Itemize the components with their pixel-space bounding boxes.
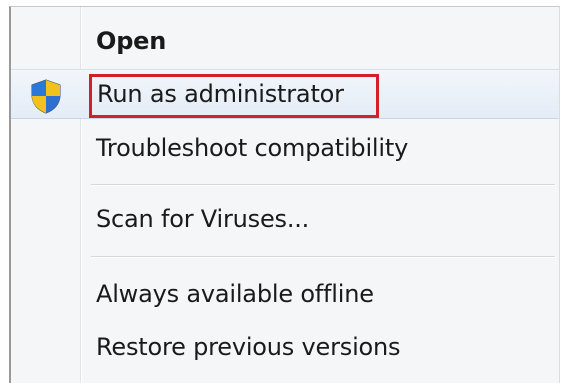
menu-item-label: Troubleshoot compatibility — [96, 134, 409, 162]
menu-item-always-available-offline[interactable]: Always available offline — [11, 269, 559, 319]
menu-item-restore-previous-versions[interactable]: Restore previous versions — [11, 322, 559, 372]
menu-item-scan-for-viruses[interactable]: Scan for Viruses... — [11, 194, 559, 244]
menu-item-label: Open — [96, 27, 167, 55]
menu-item-label: Scan for Viruses... — [96, 205, 310, 233]
menu-item-label: Run as administrator — [97, 80, 344, 108]
context-menu: Open Run as administrator Troubleshoot c… — [9, 6, 560, 383]
menu-separator — [91, 256, 555, 258]
menu-separator — [91, 184, 555, 186]
uac-shield-icon — [31, 79, 61, 114]
menu-item-open[interactable]: Open — [11, 16, 559, 66]
menu-item-troubleshoot-compatibility[interactable]: Troubleshoot compatibility — [11, 123, 559, 173]
menu-item-label: Always available offline — [96, 280, 374, 308]
menu-item-run-as-administrator[interactable]: Run as administrator — [11, 69, 559, 119]
menu-item-label: Restore previous versions — [96, 333, 401, 361]
